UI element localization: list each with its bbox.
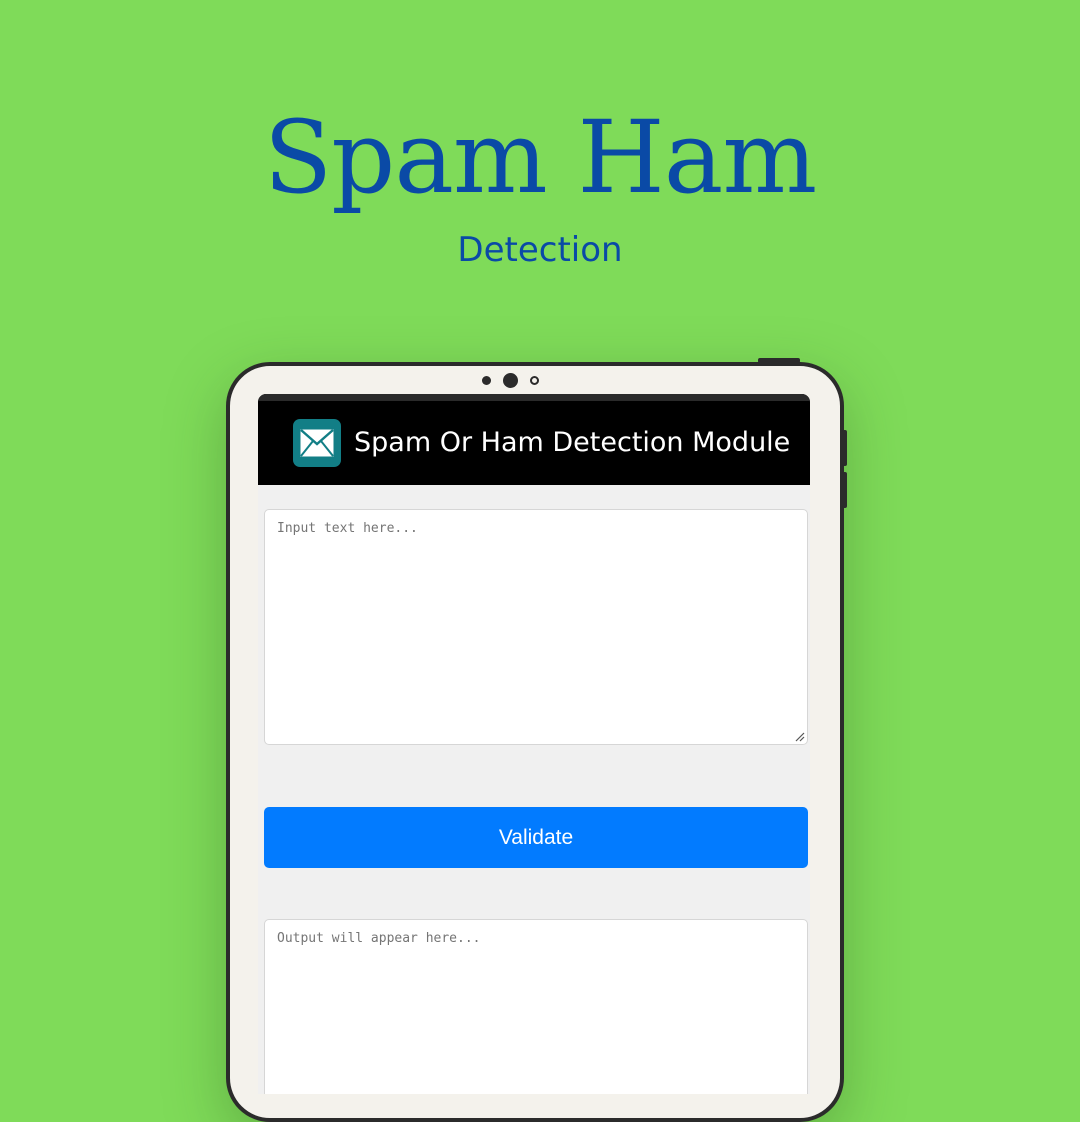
hero-title: Spam Ham (263, 99, 817, 216)
app-screen: Spam Or Ham Detection Module Validate (258, 394, 810, 1094)
device-volume-down-button (842, 472, 847, 508)
message-input[interactable] (264, 509, 808, 745)
device-camera-icon (503, 373, 518, 388)
device-sensor-dot (482, 376, 491, 385)
device-power-button (758, 358, 800, 363)
app-header-title: Spam Or Ham Detection Module (354, 427, 791, 458)
hero-subtitle: Detection (457, 230, 623, 270)
app-header: Spam Or Ham Detection Module (258, 394, 810, 485)
resize-handle-icon[interactable] (795, 732, 805, 742)
validate-button[interactable]: Validate (264, 807, 808, 868)
result-output[interactable] (264, 919, 808, 1094)
device-volume-up-button (842, 430, 847, 466)
envelope-icon (293, 419, 341, 467)
device-light-sensor (530, 376, 539, 385)
